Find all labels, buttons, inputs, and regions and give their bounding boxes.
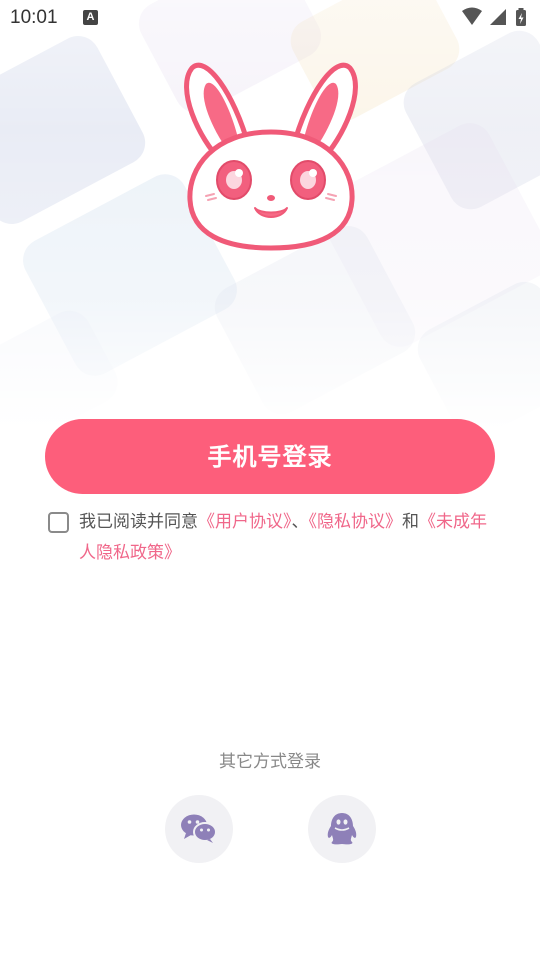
signal-icon bbox=[490, 9, 506, 25]
phone-login-button[interactable]: 手机号登录 bbox=[45, 419, 495, 494]
wifi-icon bbox=[462, 7, 482, 25]
status-time: 10:01 bbox=[10, 7, 58, 28]
qq-icon bbox=[327, 813, 357, 845]
status-icons bbox=[462, 7, 526, 26]
wechat-icon bbox=[181, 814, 217, 843]
battery-icon bbox=[516, 8, 526, 26]
agreement-text: 我已阅读并同意《用户协议》、《隐私协议》和《未成年人隐私政策》 bbox=[79, 507, 499, 569]
other-login-title: 其它方式登录 bbox=[219, 752, 321, 772]
agreement-checkbox[interactable] bbox=[48, 512, 69, 533]
agreement-prefix: 我已阅读并同意 bbox=[79, 512, 198, 532]
qq-login-button[interactable] bbox=[308, 795, 376, 863]
wechat-login-button[interactable] bbox=[165, 795, 233, 863]
privacy-agreement-link[interactable]: 《隐私协议》 bbox=[309, 512, 403, 532]
agreement-separator: 、 bbox=[291, 512, 309, 532]
user-agreement-link[interactable]: 《用户协议》 bbox=[198, 512, 292, 532]
agreement-conjunction: 和 bbox=[402, 512, 419, 532]
app-logo bbox=[184, 62, 358, 251]
status-bar: 10:01 A bbox=[0, 0, 540, 38]
notification-app-icon: A bbox=[83, 10, 98, 25]
